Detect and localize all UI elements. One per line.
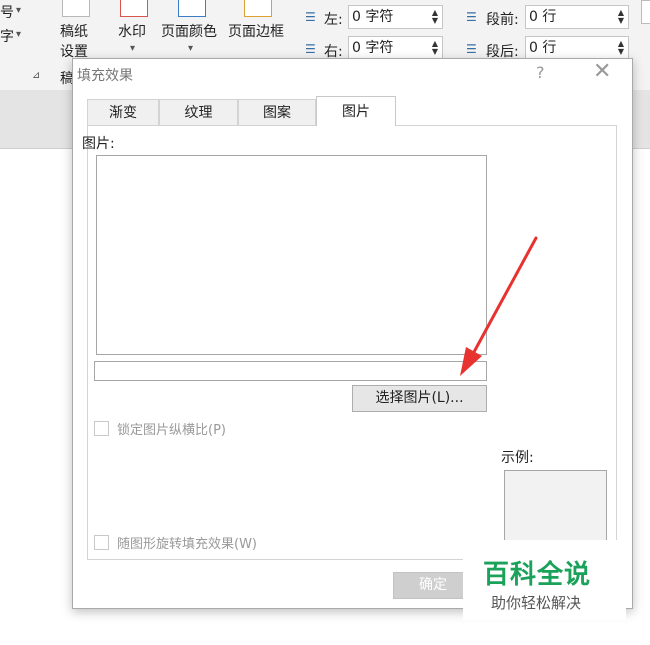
- rotate-fill-checkbox[interactable]: [94, 535, 109, 550]
- picture-preview: [96, 155, 487, 355]
- help-button[interactable]: ?: [536, 63, 545, 82]
- indent-right-icon: ☰: [305, 42, 316, 56]
- indent-right-value: 0 字符: [352, 40, 394, 56]
- manuscript-icon: [62, 0, 90, 17]
- lock-aspect-label: 锁定图片纵横比(P): [117, 423, 226, 438]
- spin-arrows-icon[interactable]: ▲ ▼: [432, 40, 438, 56]
- spacing-after-icon: ☰: [466, 42, 477, 56]
- fill-effects-dialog: 填充效果 ? ✕ 渐变 纹理 图案 图片 图片: 选择图片(L)... 锁定图片…: [72, 58, 633, 609]
- manuscript-setting-line1[interactable]: 稿纸: [60, 21, 88, 41]
- chevron-down-icon: ▾: [16, 5, 22, 16]
- ok-button[interactable]: 确定: [393, 572, 473, 599]
- spacing-before-label: 段前:: [486, 12, 519, 28]
- watermark-button[interactable]: 水印: [118, 21, 146, 41]
- page-color-button[interactable]: 页面颜色: [161, 21, 217, 41]
- tab-gradient[interactable]: 渐变: [87, 99, 159, 125]
- lock-aspect-option[interactable]: 锁定图片纵横比(P): [94, 419, 226, 438]
- close-button[interactable]: ✕: [593, 60, 611, 84]
- brand-slogan: 助你轻松解决: [491, 594, 582, 612]
- select-picture-button[interactable]: 选择图片(L)...: [352, 385, 487, 412]
- spacing-before-icon: ☰: [466, 10, 477, 24]
- picture-label: 图片:: [82, 136, 115, 152]
- tab-bar: 渐变 纹理 图案 图片: [87, 96, 622, 126]
- indent-right-spinner[interactable]: 0 字符 ▲ ▼: [348, 36, 443, 60]
- spacing-before-value: 0 行: [529, 9, 557, 25]
- partial-ribbon-icon: [641, 0, 650, 24]
- spacing-before-spinner[interactable]: 0 行 ▲ ▼: [525, 5, 629, 29]
- tab-texture[interactable]: 纹理: [159, 99, 238, 125]
- tab-pattern[interactable]: 图案: [238, 99, 316, 125]
- indent-left-icon: ☰: [305, 10, 316, 24]
- chevron-down-icon: ▾: [130, 43, 136, 54]
- chevron-down-icon: ▾: [188, 43, 194, 54]
- sample-preview: [504, 470, 607, 549]
- ribbon-partial-item-2[interactable]: 字: [0, 26, 14, 46]
- rotate-fill-label: 随图形旋转填充效果(W): [117, 537, 257, 552]
- chevron-down-icon: ▾: [16, 29, 22, 40]
- dialog-title: 填充效果: [77, 68, 133, 84]
- spin-arrows-icon[interactable]: ▲ ▼: [618, 40, 624, 56]
- page-border-button[interactable]: 页面边框: [228, 21, 284, 41]
- brand-watermark: 百科全说 助你轻松解决: [463, 540, 626, 620]
- dialog-launcher-icon[interactable]: ⊿: [32, 70, 40, 81]
- rotate-fill-option[interactable]: 随图形旋转填充效果(W): [94, 533, 257, 552]
- page-color-icon: [178, 0, 206, 17]
- tab-picture[interactable]: 图片: [316, 96, 396, 126]
- brand-logo-text: 百科全说: [483, 560, 592, 590]
- spin-arrows-icon[interactable]: ▲ ▼: [432, 9, 438, 25]
- sample-label: 示例:: [501, 450, 534, 466]
- spacing-after-spinner[interactable]: 0 行 ▲ ▼: [525, 36, 629, 60]
- spacing-after-value: 0 行: [529, 40, 557, 56]
- ribbon-partial-item-1[interactable]: 号: [0, 2, 14, 22]
- watermark-icon: [120, 0, 148, 17]
- spin-arrows-icon[interactable]: ▲ ▼: [618, 9, 624, 25]
- indent-left-value: 0 字符: [352, 9, 394, 25]
- indent-left-label: 左:: [324, 12, 343, 28]
- lock-aspect-checkbox[interactable]: [94, 421, 109, 436]
- indent-left-spinner[interactable]: 0 字符 ▲ ▼: [348, 5, 443, 29]
- page-border-icon: [244, 0, 272, 17]
- picture-path-field: [94, 361, 487, 381]
